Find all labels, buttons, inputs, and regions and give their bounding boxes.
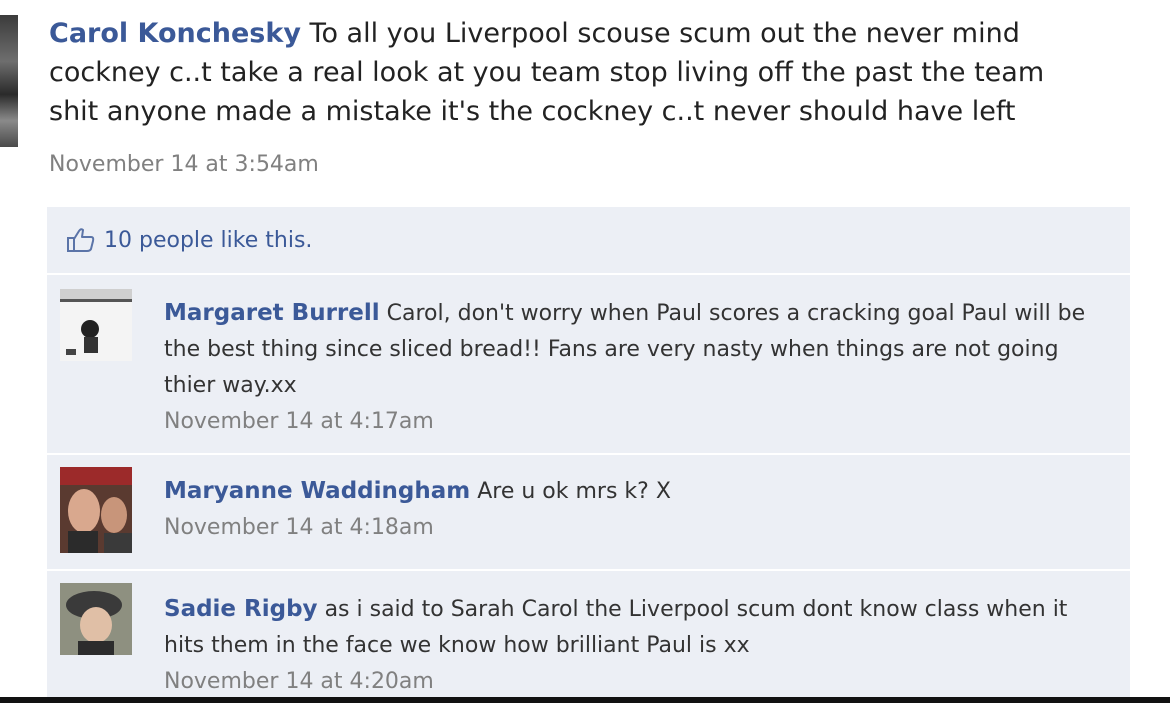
avatar-photo-icon xyxy=(60,467,132,553)
post-body: Carol Konchesky To all you Liverpool sco… xyxy=(49,14,1170,131)
commenter-avatar-sadie[interactable] xyxy=(60,583,132,655)
post-author-avatar[interactable] xyxy=(0,15,18,147)
thumbs-up-icon[interactable] xyxy=(66,227,96,253)
post-timestamp[interactable]: November 14 at 3:54am xyxy=(49,152,319,177)
bottom-border xyxy=(0,697,1170,703)
comment-timestamp[interactable]: November 14 at 4:17am xyxy=(164,404,1104,440)
comment-content: Margaret Burrell Carol, don't worry when… xyxy=(164,295,1104,440)
comment-author-name[interactable]: Sadie Rigby xyxy=(164,596,318,622)
commenter-avatar-margaret[interactable] xyxy=(60,289,132,361)
comment-item: Maryanne Waddingham Are u ok mrs k? X No… xyxy=(47,455,1130,571)
likes-count-link[interactable]: 10 people like this. xyxy=(104,228,312,253)
comment-timestamp[interactable]: November 14 at 4:20am xyxy=(164,664,1104,700)
avatar-photo-icon xyxy=(60,583,132,655)
comment-item: Margaret Burrell Carol, don't worry when… xyxy=(47,275,1130,455)
feedback-panel: 10 people like this. Margaret Burrell Ca… xyxy=(47,207,1130,703)
post-line-1: Carol Konchesky To all you Liverpool sco… xyxy=(49,14,1170,53)
post-text-line-1: To all you Liverpool scouse scum out the… xyxy=(309,18,1020,49)
comment-item: Sadie Rigby as i said to Sarah Carol the… xyxy=(47,571,1130,703)
comment-author-name[interactable]: Margaret Burrell xyxy=(164,300,380,326)
comment-timestamp[interactable]: November 14 at 4:18am xyxy=(164,510,1104,546)
comment-content: Maryanne Waddingham Are u ok mrs k? X No… xyxy=(164,473,1104,546)
post-author-name[interactable]: Carol Konchesky xyxy=(49,18,301,49)
commenter-avatar-maryanne[interactable] xyxy=(60,467,132,553)
post-text-line-3: shit anyone made a mistake it's the cock… xyxy=(49,96,1016,127)
avatar-photo-icon xyxy=(60,289,132,361)
comment-text: Are u ok mrs k? X xyxy=(477,479,671,504)
comment-author-name[interactable]: Maryanne Waddingham xyxy=(164,478,470,504)
likes-bar: 10 people like this. xyxy=(47,207,1130,275)
post-text-line-2: cockney c..t take a real look at you tea… xyxy=(49,57,1045,88)
comment-content: Sadie Rigby as i said to Sarah Carol the… xyxy=(164,591,1104,700)
